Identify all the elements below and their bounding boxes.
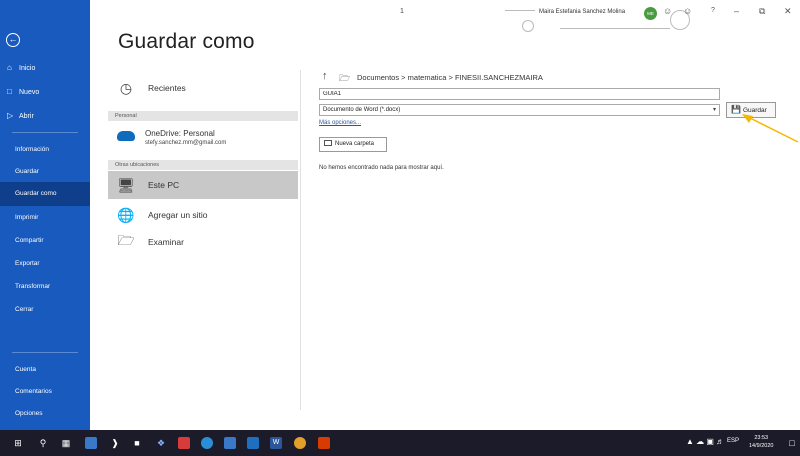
avatar[interactable]: ME [644,7,657,20]
panel-divider [300,70,301,410]
nav-close[interactable]: Cerrar [0,298,90,322]
task-view-icon[interactable]: ▦ [60,437,72,449]
office-icon[interactable] [318,437,330,449]
nav-divider [12,352,78,353]
place-recent[interactable]: ◷ Recientes [108,74,298,102]
section-other-locations: Otras ubicaciones [108,160,298,170]
word-icon[interactable]: W [270,437,282,449]
edge-icon[interactable] [201,437,213,449]
circuit-decoration [505,10,535,11]
open-folder-icon: ▷ [7,111,14,120]
app-icon[interactable]: ❖ [155,437,167,449]
search-icon[interactable]: ⚲ [37,437,49,449]
nav-print[interactable]: Imprimir [0,206,90,230]
place-this-pc[interactable]: 🖥 Este PC [108,171,298,199]
nav-divider [12,132,78,133]
back-arrow-icon[interactable]: ← [6,33,20,47]
restore-icon[interactable]: ⧉ [759,6,765,17]
new-folder-button[interactable]: Nueva carpeta [319,137,387,152]
taskbar: ⊞ ⚲ ▦ ❱ ■ ❖ W [0,430,800,456]
smiley-icon[interactable]: ☺ [683,6,692,16]
nav-transform[interactable]: Transformar [0,275,90,299]
store-icon[interactable]: ■ [131,437,143,449]
nav-options[interactable]: Opciones [0,402,90,426]
place-add-site[interactable]: 🌐 Agregar un sitio [108,201,298,229]
clock[interactable]: 23:53 14/9/2020 [749,434,773,450]
section-personal: Personal [108,111,298,121]
nav-save[interactable]: Guardar [0,160,90,184]
language-indicator[interactable]: ESP [727,438,739,444]
nav-info[interactable]: Información [0,138,90,162]
new-doc-icon: □ [7,87,12,96]
filename-input[interactable] [319,88,720,100]
folder-icon: 🗁 [117,232,135,248]
nav-share[interactable]: Compartir [0,229,90,253]
topbar-counter: 1 [400,8,404,15]
onedrive-title: OneDrive: Personal [145,129,215,138]
system-tray[interactable]: ▲ ☁ ▣ ♬ [686,437,724,446]
chevron-down-icon: ▾ [712,107,716,113]
app-icon[interactable]: ❱ [109,437,121,449]
onedrive-cloud-icon [117,131,135,141]
app-icon[interactable] [224,437,236,449]
nav-new[interactable]: □ Nuevo [0,80,90,104]
desktop-app-icon[interactable] [85,437,97,449]
smiley-icon[interactable]: ☺ [663,6,672,16]
more-options-link[interactable]: Más opciones... [319,120,361,126]
place-browse[interactable]: 🗁 Examinar [108,228,298,256]
windows-start-icon[interactable]: ⊞ [12,437,24,449]
folder-icon: 🗁 [339,73,351,83]
chrome-icon[interactable] [294,437,306,449]
globe-icon: 🌐 [117,206,135,223]
nav-home[interactable]: ⌂ Inicio [0,56,90,80]
annotation-arrow [742,114,799,143]
empty-message: No hemos encontrado nada para mostrar aq… [319,165,444,171]
app-icon[interactable] [178,437,190,449]
close-icon[interactable]: ✕ [784,6,792,17]
nav-account[interactable]: Cuenta [0,358,90,382]
breadcrumb[interactable]: Documentos > matematica > FINESII.SANCHE… [357,73,543,82]
home-icon: ⌂ [7,63,12,72]
notification-icon[interactable]: □ [786,437,798,449]
nav-export[interactable]: Exportar [0,252,90,276]
clock-icon: ◷ [119,79,133,96]
up-arrow-icon[interactable]: ↑ [322,70,328,82]
circuit-decoration [522,20,534,32]
place-onedrive[interactable]: OneDrive: Personal stefy.sanchez.mm@gmai… [108,124,298,156]
page-title: Guardar como [118,30,255,53]
backstage-nav: ← ⌂ Inicio □ Nuevo ▷ Abrir Información Guar… [0,0,90,430]
onedrive-email: stefy.sanchez.mm@gmail.com [145,140,227,146]
circuit-decoration [560,28,670,29]
minimize-icon[interactable]: – [734,6,739,16]
user-name: Maira Estefania Sanchez Molina [539,9,626,15]
nav-save-as[interactable]: Guardar como [0,182,90,206]
filetype-select[interactable]: Documento de Word (*.docx) ▾ [319,104,720,116]
nav-open[interactable]: ▷ Abrir [0,104,90,128]
help-button[interactable]: ? [711,7,715,14]
computer-icon: 🖥 [117,176,135,193]
nav-feedback[interactable]: Comentarios [0,380,90,404]
new-folder-icon [324,140,332,146]
mail-icon[interactable] [247,437,259,449]
